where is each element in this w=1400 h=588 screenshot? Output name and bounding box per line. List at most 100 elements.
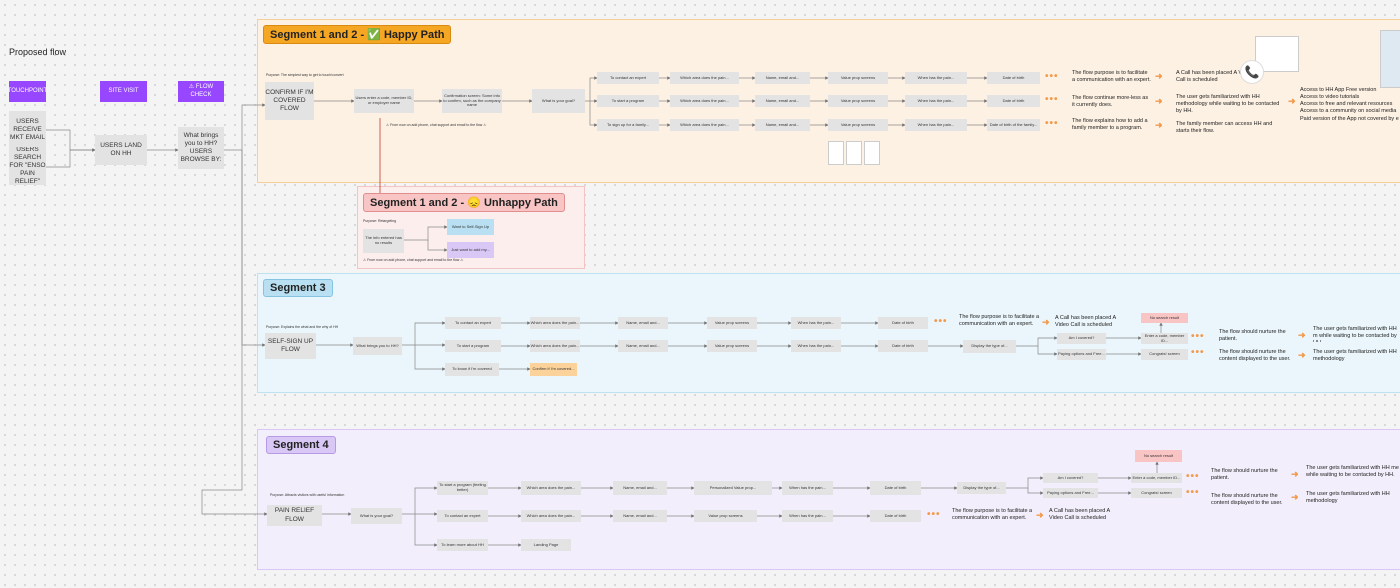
node-self-sign-up[interactable]: Want to Self-Sign Up xyxy=(447,219,494,235)
node-s3-am-covered[interactable]: Am I covered? xyxy=(1057,333,1106,344)
s4-ellipsis-2: ••• xyxy=(1186,487,1200,498)
result-family-member: The family member can access HH and star… xyxy=(1176,121,1273,135)
node-s3-paying-options[interactable]: Paying options and Free... xyxy=(1057,349,1106,360)
s4-row2-node-6[interactable]: Date of birth xyxy=(870,510,921,522)
s4-row1-node-6[interactable]: Date of birth xyxy=(870,481,921,495)
s3-row2-node-1[interactable]: To start a program xyxy=(445,340,501,352)
s3-row2-node-5[interactable]: When has the pain... xyxy=(791,340,841,352)
node-what-brings-you[interactable]: What brings you to HH? xyxy=(353,337,402,355)
node-s3-display-type[interactable]: Display the type of... xyxy=(963,340,1016,353)
s12-row3-node-1[interactable]: To sign up for a family... xyxy=(597,119,659,131)
lane-touchpoint[interactable]: TOUCHPOINT xyxy=(9,81,46,102)
arrow-1: ➜ xyxy=(1155,71,1163,81)
access-item-4: Access to a community on social media xyxy=(1300,108,1397,115)
segment-3-title: Segment 3 xyxy=(263,279,333,297)
node-s4-learn-more[interactable]: To learn more about HH xyxy=(437,539,488,551)
node-know-if-covered[interactable]: To know if I'm covered xyxy=(445,363,499,376)
node-confirm-covered-flow[interactable]: CONFIRM IF I'M COVERED FLOW xyxy=(265,82,314,120)
s3-row1-node-6[interactable]: Date of birth xyxy=(878,317,928,329)
node-s4-display-type[interactable]: Display the type of... xyxy=(957,482,1006,494)
s12-row2-node-3[interactable]: Name, email and... xyxy=(755,95,810,107)
node-s3-congrats[interactable]: Congrats! screen xyxy=(1141,349,1188,360)
s12-row3-node-5[interactable]: When has the pain... xyxy=(905,119,967,131)
arrow-3: ➜ xyxy=(1155,120,1163,130)
note-purpose-1: The flow purpose is to facilitate a comm… xyxy=(1072,70,1151,84)
node-add-my[interactable]: Just want to add my... xyxy=(447,242,494,258)
node-s4-paying-options[interactable]: Paying options and Free... xyxy=(1043,488,1098,498)
access-list: Access to HH App Free version Access to v… xyxy=(1300,87,1399,123)
node-browse-by[interactable]: What brings you to HH? USERS BROWSE BY: xyxy=(178,127,224,169)
node-pain-relief-flow[interactable]: PAIN RELIEF FLOW xyxy=(267,505,322,526)
s12-row2-node-6[interactable]: Date of birth xyxy=(987,95,1040,107)
node-users-land-on-hh[interactable]: USERS LAND ON HH xyxy=(95,135,147,165)
s4-row1-node-3[interactable]: Name, email and... xyxy=(613,481,667,495)
s3-row1-node-3[interactable]: Name, email and... xyxy=(618,317,668,329)
s3-arrow-result: ➜ xyxy=(1042,317,1050,327)
s12-row3-node-4[interactable]: Value prop screens xyxy=(828,119,888,131)
node-s4-am-covered[interactable]: Am I covered? xyxy=(1043,473,1098,483)
s4-row2-node-4[interactable]: Value prop screens xyxy=(694,510,757,522)
s3-nurture-2: The flow should nurture the content disp… xyxy=(1219,349,1291,363)
s12-row2-node-2[interactable]: Which area does the pain... xyxy=(670,95,739,107)
s3-row1-node-1[interactable]: To contact an expert xyxy=(445,317,501,329)
s12-row1-node-6[interactable]: Date of birth xyxy=(987,72,1040,84)
screen-thumbnail-5 xyxy=(864,141,880,165)
node-no-results[interactable]: The info entered has no results xyxy=(363,229,404,253)
s4-nurture-1: The flow should nurture the patient. xyxy=(1211,468,1278,482)
node-s4-enter-code[interactable]: Enter a code, member ID... xyxy=(1131,473,1182,483)
node-self-sign-up-flow[interactable]: SELF-SIGN UP FLOW xyxy=(265,333,316,359)
s3-row2-node-6[interactable]: Date of birth xyxy=(878,340,928,352)
node-confirmation-screen[interactable]: Confirmation screen: Some info to confir… xyxy=(442,89,502,113)
segment-unhappy-title: Segment 1 and 2 - 😞 Unhappy Path xyxy=(363,193,565,212)
s3-ellipsis-3: ••• xyxy=(1191,347,1205,358)
s12-row1-node-4[interactable]: Value prop screens xyxy=(828,72,888,84)
node-s4-landing-page[interactable]: Landing Page xyxy=(521,539,571,551)
s3-note-expert: The flow purpose is to facilitate a comm… xyxy=(959,314,1040,328)
s3-row1-node-5[interactable]: When has the pain... xyxy=(791,317,841,329)
phone-call-icon: 📞 xyxy=(1240,60,1264,84)
node-s4-no-search-result[interactable]: No search result xyxy=(1135,450,1182,462)
s4-row1-node-2[interactable]: Which area does the pain... xyxy=(521,481,581,495)
s4-row1-node-5[interactable]: When has the pain... xyxy=(782,481,833,495)
s12-row3-node-2[interactable]: Which area does the pain... xyxy=(670,119,739,131)
node-s4-what-goal[interactable]: What is your goal? xyxy=(351,508,402,524)
s3-row1-node-4[interactable]: Value prop screens xyxy=(707,317,757,329)
node-enter-code[interactable]: Users enter a code, member ID, or employ… xyxy=(354,89,414,113)
s3-row2-node-4[interactable]: Value prop screens xyxy=(707,340,757,352)
s4-row2-node-5[interactable]: When has the pain... xyxy=(782,510,833,522)
s3-result-call: A Call has been placed A Video Call is s… xyxy=(1055,315,1116,329)
segment-4-title: Segment 4 xyxy=(266,436,336,454)
lane-flow-check[interactable]: ⚠ FLOW CHECK xyxy=(178,81,224,102)
s12-row3-node-3[interactable]: Name, email and... xyxy=(755,119,810,131)
s12-row2-node-1[interactable]: To start a program xyxy=(597,95,659,107)
s12-row1-node-1[interactable]: To contact an expert xyxy=(597,72,659,84)
node-confirm-covered[interactable]: Confirm if I'm covered... xyxy=(530,363,577,376)
s4-arrow-fam-1: ➜ xyxy=(1291,469,1299,479)
node-s3-enter-code[interactable]: Enter a code, member ID... xyxy=(1141,333,1188,344)
s4-row2-node-3[interactable]: Name, email and... xyxy=(613,510,667,522)
screen-thumbnail-4 xyxy=(846,141,862,165)
segment-happy-title: Segment 1 and 2 - ✅ Happy Path xyxy=(263,25,452,44)
s12-row1-node-2[interactable]: Which area does the pain... xyxy=(670,72,739,84)
s3-row2-node-3[interactable]: Name, email and... xyxy=(618,340,668,352)
s12-row2-node-4[interactable]: Value prop screens xyxy=(828,95,888,107)
node-s4-congrats[interactable]: Congrats! screen xyxy=(1131,488,1182,498)
s12-row2-node-5[interactable]: When has the pain... xyxy=(905,95,967,107)
s12-row1-node-3[interactable]: Name, email and... xyxy=(755,72,810,84)
node-what-is-goal[interactable]: What is your goal? xyxy=(532,89,585,113)
node-s3-no-search-result[interactable]: No search result xyxy=(1141,313,1188,323)
s12-row3-node-6[interactable]: Date of birth of the family... xyxy=(987,119,1040,131)
s4-result-call: A Call has been placed A Video Call is s… xyxy=(1049,508,1110,522)
s3-row1-node-2[interactable]: Which area does the pain... xyxy=(530,317,580,329)
s4-row1-node-4[interactable]: Personalized Value prop... xyxy=(694,481,772,495)
segment-happy-purpose: Purpose: The simplest way to get to touc… xyxy=(266,73,344,77)
s4-row2-node-1[interactable]: To contact an expert xyxy=(437,510,488,522)
s4-row2-node-2[interactable]: Which area does the pain... xyxy=(521,510,581,522)
s4-row1-node-1[interactable]: To start a program (feeling better) xyxy=(437,481,488,495)
s3-row2-node-2[interactable]: Which area does the pain... xyxy=(530,340,580,352)
access-item-3: Access to free and relevant resources xyxy=(1300,101,1393,108)
node-users-search[interactable]: USERS SEARCH FOR "ENSO PAIN RELIEF" xyxy=(9,147,46,185)
node-users-receive-mkt-email[interactable]: USERS RECEIVE MKT EMAIL xyxy=(9,111,46,149)
s12-row1-node-5[interactable]: When has the pain... xyxy=(905,72,967,84)
lane-site-visit[interactable]: SITE VISIT xyxy=(100,81,147,102)
